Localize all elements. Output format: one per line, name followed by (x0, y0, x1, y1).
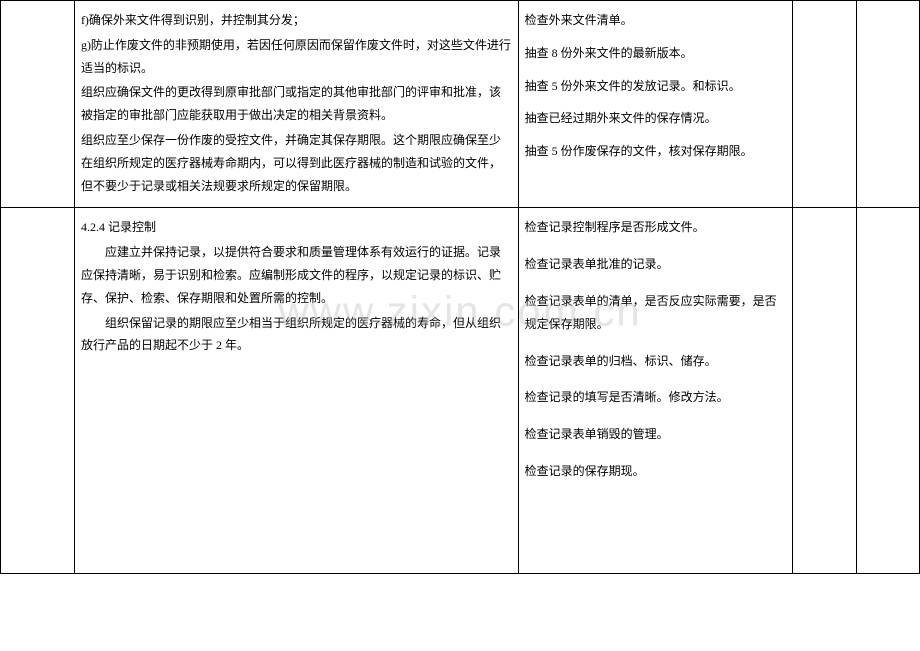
check-item: 检查记录表单的清单，是否反应实际需要，是否规定保存期限。 (525, 290, 787, 336)
check-item: 抽查 8 份外来文件的最新版本。 (525, 42, 787, 65)
req-item: f)确保外来文件得到识别，并控制其分发； (81, 9, 512, 32)
check-item: 检查记录控制程序是否形成文件。 (525, 216, 787, 239)
check-item: 检查记录的保存期现。 (525, 460, 787, 483)
check-item: 检查记录的填写是否清晰。修改方法。 (525, 386, 787, 409)
req-item: 应建立并保持记录，以提供符合要求和质量管理体系有效运行的证据。记录应保持清晰，易… (81, 241, 512, 309)
checks-cell: 检查外来文件清单。 抽查 8 份外来文件的最新版本。 抽查 5 份外来文件的发放… (518, 1, 793, 208)
req-item: 组织应至少保存一份作废的受控文件，并确定其保存期限。这个期限应确保至少在组织所规… (81, 129, 512, 197)
check-item: 检查记录表单的归档、标识、储存。 (525, 350, 787, 373)
cell-empty (1, 208, 75, 574)
check-item: 抽查 5 份外来文件的发放记录。和标识。 (525, 75, 787, 98)
req-item: 组织保留记录的期限应至少相当于组织所规定的医疗器械的寿命，但从组织放行产品的日期… (81, 312, 512, 358)
requirements-cell: 4.2.4 记录控制 应建立并保持记录，以提供符合要求和质量管理体系有效运行的证… (74, 208, 518, 574)
table-row: 4.2.4 记录控制 应建立并保持记录，以提供符合要求和质量管理体系有效运行的证… (1, 208, 920, 574)
cell-empty (793, 208, 856, 574)
cell-empty (856, 208, 919, 574)
table-row: f)确保外来文件得到识别，并控制其分发； g)防止作废文件的非预期使用，若因任何… (1, 1, 920, 208)
cell-empty (856, 1, 919, 208)
cell-empty (793, 1, 856, 208)
cell-empty (1, 1, 75, 208)
check-item: 检查记录表单批准的记录。 (525, 253, 787, 276)
section-title: 4.2.4 记录控制 (81, 216, 512, 239)
req-item: 组织应确保文件的更改得到原审批部门或指定的其他审批部门的评审和批准，该被指定的审… (81, 81, 512, 127)
check-item: 检查记录表单销毁的管理。 (525, 423, 787, 446)
audit-table: f)确保外来文件得到识别，并控制其分发； g)防止作废文件的非预期使用，若因任何… (0, 0, 920, 574)
check-item: 检查外来文件清单。 (525, 9, 787, 32)
check-item: 抽查已经过期外来文件的保存情况。 (525, 107, 787, 130)
checks-cell: 检查记录控制程序是否形成文件。 检查记录表单批准的记录。 检查记录表单的清单，是… (518, 208, 793, 574)
req-item: g)防止作废文件的非预期使用，若因任何原因而保留作废文件时，对这些文件进行适当的… (81, 34, 512, 80)
check-item: 抽查 5 份作废保存的文件，核对保存期限。 (525, 140, 787, 163)
requirements-cell: f)确保外来文件得到识别，并控制其分发； g)防止作废文件的非预期使用，若因任何… (74, 1, 518, 208)
